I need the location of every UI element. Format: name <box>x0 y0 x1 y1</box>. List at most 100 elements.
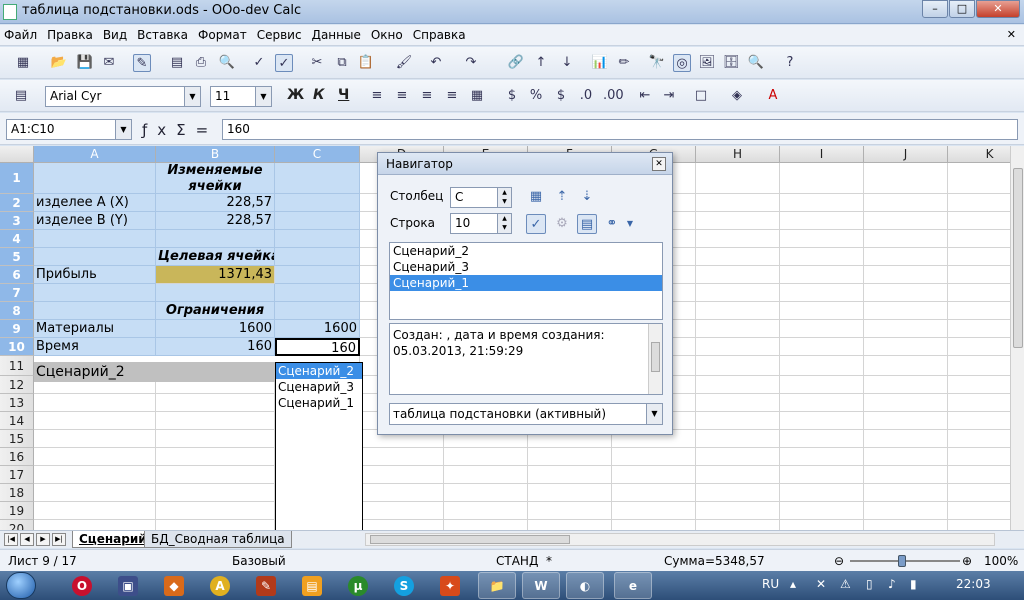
grid-cell[interactable] <box>696 502 780 520</box>
grid-cell[interactable] <box>864 394 948 412</box>
grid-cell[interactable] <box>948 212 1010 230</box>
row-header[interactable]: 7 <box>0 284 34 302</box>
grid-cell[interactable] <box>864 502 948 520</box>
scenario-selector[interactable]: Сценарий_2 <box>34 362 275 382</box>
grid-cell[interactable] <box>275 266 360 284</box>
start-button[interactable] <box>6 572 36 599</box>
sheet-tab-pivot[interactable]: БД_Сводная таблица <box>144 531 292 548</box>
grid-cell[interactable] <box>696 430 780 448</box>
percent-format-icon[interactable]: % <box>527 87 545 105</box>
menu-format[interactable]: Формат <box>198 28 247 42</box>
grid-cell[interactable] <box>780 320 864 338</box>
undo-icon[interactable]: ↶ <box>427 54 445 72</box>
scroll-thumb[interactable] <box>1013 168 1023 348</box>
horizontal-scrollbar[interactable] <box>365 533 995 546</box>
next-sheet-icon[interactable]: ▶ <box>36 533 50 546</box>
cell-value[interactable]: Изменяемые ячейки <box>156 163 275 194</box>
explorer-taskbar-button[interactable]: 📁 <box>478 572 516 599</box>
find-icon[interactable]: 🔭 <box>648 54 666 72</box>
calc-taskbar-button[interactable]: ◐ <box>566 572 604 599</box>
row-header[interactable]: 16 <box>0 448 34 466</box>
save-icon[interactable]: 💾 <box>76 54 94 72</box>
grid-cell[interactable] <box>156 520 275 530</box>
grid-cell[interactable] <box>780 376 864 394</box>
column-header[interactable]: B <box>156 146 275 163</box>
grid-cell[interactable] <box>34 163 156 194</box>
spin-arrows-icon[interactable]: ▲ ▼ <box>497 214 511 233</box>
menu-tools[interactable]: Сервис <box>257 28 302 42</box>
row-header[interactable]: 8 <box>0 302 34 320</box>
grid-cell[interactable] <box>864 230 948 248</box>
grid-cell[interactable] <box>444 502 528 520</box>
zoom-slider-handle[interactable] <box>898 555 906 567</box>
row-header[interactable]: 11 <box>0 356 34 376</box>
grid-cell[interactable] <box>780 448 864 466</box>
grid-cell[interactable] <box>780 466 864 484</box>
grid-cell[interactable] <box>34 284 156 302</box>
grid-cell[interactable] <box>696 266 780 284</box>
navigator-icon[interactable]: ◎ <box>673 54 691 72</box>
cut-icon[interactable]: ✂ <box>308 54 326 72</box>
grid-cell[interactable] <box>948 320 1010 338</box>
grid-cell[interactable] <box>780 484 864 502</box>
cell-value[interactable]: Время <box>34 338 156 356</box>
grid-cell[interactable] <box>444 448 528 466</box>
grid-cell[interactable] <box>360 448 444 466</box>
menu-file[interactable]: Файл <box>4 28 37 42</box>
decrease-indent-icon[interactable]: ⇤ <box>636 87 654 105</box>
standard-format-icon[interactable]: $ <box>552 87 570 105</box>
grid-cell[interactable] <box>864 163 948 194</box>
grid-cell[interactable] <box>780 430 864 448</box>
grid-cell[interactable] <box>696 302 780 320</box>
toggle-icon[interactable]: ⚙ <box>552 214 572 234</box>
warning-icon[interactable]: ⚠ <box>840 577 851 591</box>
cell-value[interactable]: Целевая ячейка <box>156 248 275 266</box>
grid-cell[interactable] <box>34 502 156 520</box>
dropdown-item[interactable]: Сценарий_3 <box>276 379 362 395</box>
tool-app-icon[interactable]: ✎ <box>256 576 276 596</box>
app-icon[interactable]: ✦ <box>440 576 460 596</box>
grid-cell[interactable] <box>275 212 360 230</box>
grid-cell[interactable] <box>864 266 948 284</box>
grid-cell[interactable] <box>275 194 360 212</box>
scenario-list[interactable]: Сценарий_2 Сценарий_3 Сценарий_1 <box>389 242 663 320</box>
skype-icon[interactable]: S <box>394 576 414 596</box>
row-header[interactable]: 19 <box>0 502 34 520</box>
row-header[interactable]: 17 <box>0 466 34 484</box>
first-sheet-icon[interactable]: |◀ <box>4 533 18 546</box>
row-header[interactable]: 10 <box>0 338 34 356</box>
grid-cell[interactable] <box>948 394 1010 412</box>
grid-cell[interactable] <box>612 502 696 520</box>
grid-cell[interactable] <box>948 163 1010 194</box>
grid-cell[interactable] <box>275 302 360 320</box>
align-right-icon[interactable]: ≡ <box>418 87 436 105</box>
aimp-icon[interactable]: A <box>210 576 230 596</box>
grid-cell[interactable] <box>948 284 1010 302</box>
grid-cell[interactable] <box>612 520 696 530</box>
italic-button[interactable]: К <box>313 87 324 103</box>
row-header[interactable]: 3 <box>0 212 34 230</box>
cell-value[interactable]: 228,57 <box>156 212 275 230</box>
grid-cell[interactable] <box>948 448 1010 466</box>
grid-cell[interactable] <box>156 230 275 248</box>
name-box[interactable]: A1:C10 ▼ <box>6 119 132 140</box>
grid-cell[interactable] <box>696 212 780 230</box>
sort-ascending-icon[interactable]: ↑ <box>532 54 550 72</box>
menu-data[interactable]: Данные <box>312 28 361 42</box>
clock[interactable]: 22:03 <box>956 577 991 591</box>
grid-cell[interactable] <box>156 448 275 466</box>
menu-insert[interactable]: Вставка <box>137 28 188 42</box>
row-header[interactable]: 18 <box>0 484 34 502</box>
contents-icon[interactable]: ✓ <box>526 214 546 234</box>
function-wizard-icon[interactable]: ƒx <box>142 121 176 139</box>
row-header[interactable]: 1 <box>0 163 34 194</box>
grid-cell[interactable] <box>156 484 275 502</box>
grid-cell[interactable] <box>780 266 864 284</box>
grid-cell[interactable] <box>444 484 528 502</box>
tray-expand-icon[interactable]: ▴ <box>790 577 796 591</box>
grid-cell[interactable] <box>360 502 444 520</box>
grid-cell[interactable] <box>780 230 864 248</box>
grid-cell[interactable] <box>156 502 275 520</box>
copy-icon[interactable]: ⧉ <box>333 54 351 72</box>
grid-cell[interactable] <box>864 412 948 430</box>
